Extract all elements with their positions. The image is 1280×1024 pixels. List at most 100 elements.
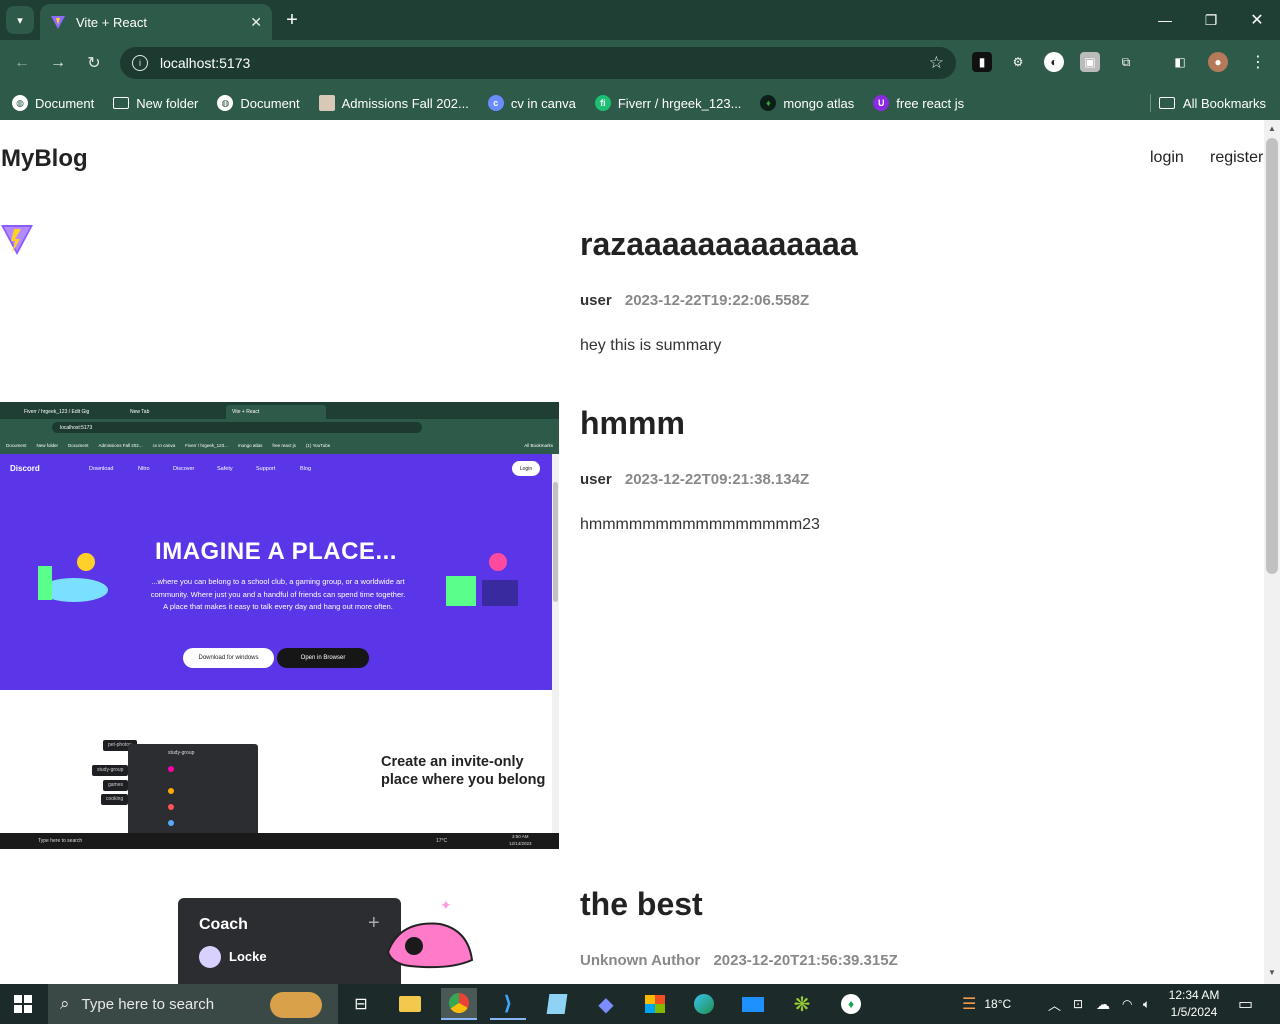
extension-icon-1[interactable]: ▮ xyxy=(972,52,992,72)
extension-circle-icon[interactable]: ◐ xyxy=(1044,52,1064,72)
post-image-vite-logo[interactable] xyxy=(0,223,34,257)
shot-discord-brand: Discord xyxy=(10,464,40,473)
new-tab-plus-icon[interactable]: + xyxy=(280,8,304,32)
browser-menu-kebab-icon[interactable]: ⋮ xyxy=(1248,52,1268,72)
post-title[interactable]: hmmm xyxy=(580,405,685,442)
side-panel-icon[interactable]: ◧ xyxy=(1170,52,1190,72)
all-bookmarks[interactable]: All Bookmarks xyxy=(1158,86,1266,120)
notepad-icon[interactable] xyxy=(539,988,575,1020)
shot-taskbar-temp: 17°C xyxy=(436,838,448,844)
post-date: 2023-12-22T09:21:38.134Z xyxy=(624,471,810,488)
shot-bookmark: (1) YouTube xyxy=(305,442,331,448)
folder-icon xyxy=(113,97,130,109)
tab-search-chevron-icon[interactable]: ▾ xyxy=(6,6,34,34)
bookmark-admissions[interactable]: Admissions Fall 202... xyxy=(318,95,469,111)
vite-favicon-icon xyxy=(51,16,65,29)
folder-icon xyxy=(1158,97,1175,109)
bookmarks-bar: ◍ Document New folder ◍ Document Admissi… xyxy=(0,86,1280,120)
tab-title: Vite + React xyxy=(76,14,147,30)
bookmark-document-2[interactable]: ◍ Document xyxy=(217,95,300,111)
volume-icon[interactable]: 🔈︎ xyxy=(1143,984,1150,1024)
shot-nav: Blog xyxy=(300,466,312,472)
post-author: user xyxy=(580,471,612,488)
extension-puzzle-tile-icon[interactable]: ▣ xyxy=(1080,52,1100,72)
page-viewport: MyBlog login register razaaaaaaaaaaaaa u… xyxy=(0,120,1264,984)
wifi-icon[interactable]: ◠ xyxy=(1122,984,1132,1024)
site-logo[interactable]: MyBlog xyxy=(1,145,88,173)
profile-avatar[interactable]: ● xyxy=(1208,52,1228,72)
browser-toolbar: ← → ↻ i localhost:5173 ☆ ▮ ⚙ ◐ ▣ ⧉ ◧ ● ⋮ xyxy=(0,40,1280,86)
restore-icon[interactable]: ❐ xyxy=(1188,0,1234,40)
bookmark-mongo-atlas[interactable]: ♦ mongo atlas xyxy=(760,95,854,111)
browser-tab-active[interactable]: Vite + React ✕ xyxy=(40,4,272,40)
bookmark-new-folder[interactable]: New folder xyxy=(113,96,198,111)
close-window-icon[interactable]: ✕ xyxy=(1234,0,1280,40)
shot-tab: Vite + React xyxy=(226,405,326,419)
post-title[interactable]: the best xyxy=(580,886,703,923)
post-title[interactable]: razaaaaaaaaaaaaa xyxy=(580,226,858,263)
windows-start-icon[interactable] xyxy=(14,995,32,1013)
coach-header: Coach xyxy=(199,916,248,933)
minimize-icon[interactable]: — xyxy=(1142,0,1188,40)
shot-channel-chip: study-group xyxy=(92,765,129,776)
microsoft-store-icon[interactable] xyxy=(637,988,673,1020)
shot-nav: Nitro xyxy=(138,466,150,472)
mail-icon[interactable] xyxy=(735,988,771,1020)
canva-icon: c xyxy=(487,95,504,111)
reload-icon[interactable]: ↻ xyxy=(82,51,106,75)
globe-icon: ◍ xyxy=(12,95,28,111)
shot-channel-chip: cooking xyxy=(101,794,129,805)
site-info-icon[interactable]: i xyxy=(132,55,148,71)
bookmark-fiverr[interactable]: fi Fiverr / hrgeek_123... xyxy=(594,95,741,111)
shot-taskbar-search: Type here to search xyxy=(38,838,83,844)
onedrive-cloud-icon[interactable]: ☁ xyxy=(1096,984,1110,1024)
extension-gear-icon[interactable]: ⚙ xyxy=(1008,52,1028,72)
shot-bookmark: Admissions Fall 202... xyxy=(98,442,143,448)
scrollbar-thumb[interactable] xyxy=(1266,138,1278,574)
search-highlight-bowl-icon xyxy=(270,992,322,1018)
bookmark-document[interactable]: ◍ Document xyxy=(12,95,94,111)
clock-date: 1/5/2024 xyxy=(1170,1005,1218,1019)
url-text[interactable]: localhost:5173 xyxy=(160,55,929,71)
post-author: Unknown Author xyxy=(580,952,701,969)
coach-avatar xyxy=(199,946,221,968)
extensions-puzzle-icon[interactable]: ⧉ xyxy=(1116,52,1136,72)
shot-browser-button: Open in Browser xyxy=(277,648,369,668)
scroll-down-arrow-icon[interactable]: ▼ xyxy=(1268,968,1276,977)
show-hidden-icons-chevron-icon[interactable]: ︿ xyxy=(1048,984,1061,1024)
react-bookmark-icon: U xyxy=(873,95,890,111)
bookmark-free-react[interactable]: U free react js xyxy=(873,95,964,111)
taskbar-search-box[interactable]: ⌕ Type here to search xyxy=(48,984,338,1024)
edge-icon[interactable] xyxy=(686,988,722,1020)
tab-strip: ▾ Vite + React ✕ + — ❐ ✕ xyxy=(0,0,1280,40)
post-image-coach[interactable]: Coach + Locke xyxy=(178,898,401,984)
shot-tab: Fiverr / hrgeek_123 / Edit Gig xyxy=(24,409,90,415)
login-link[interactable]: login xyxy=(1150,149,1184,167)
meet-now-icon[interactable]: ⊡ xyxy=(1073,984,1083,1024)
vscode-icon[interactable]: ⟩ xyxy=(490,988,526,1020)
forward-arrow-icon[interactable]: → xyxy=(46,51,70,75)
file-explorer-icon[interactable] xyxy=(392,988,428,1020)
page-scrollbar[interactable]: ▲ ▼ xyxy=(1264,120,1280,984)
back-arrow-icon[interactable]: ← xyxy=(10,51,34,75)
scroll-up-arrow-icon[interactable]: ▲ xyxy=(1268,124,1276,133)
mongodb-compass-icon[interactable]: ♦ xyxy=(833,988,869,1020)
address-bar[interactable]: i localhost:5173 ☆ xyxy=(120,47,956,79)
weather-widget[interactable]: ☰ 18°C xyxy=(962,984,1011,1024)
shot-nav: Support xyxy=(256,466,276,472)
post-image-screenshot[interactable]: Fiverr / hrgeek_123 / Edit Gig New Tab V… xyxy=(0,402,559,849)
taskbar-clock[interactable]: 12:34 AM 1/5/2024 xyxy=(1166,987,1222,1021)
shot-tab-strip: Fiverr / hrgeek_123 / Edit Gig New Tab V… xyxy=(0,402,559,419)
colorful-app-icon[interactable]: ❋ xyxy=(784,988,820,1020)
chrome-taskbar-icon[interactable] xyxy=(441,988,477,1020)
bookmark-star-icon[interactable]: ☆ xyxy=(929,53,944,73)
bookmark-cv-canva[interactable]: c cv in canva xyxy=(487,95,576,111)
register-link[interactable]: register xyxy=(1210,149,1263,167)
task-view-icon[interactable]: ⊟ xyxy=(343,988,379,1020)
tab-close-icon[interactable]: ✕ xyxy=(250,14,262,31)
copilot-icon[interactable]: ◆ xyxy=(588,988,624,1020)
shot-channel-chip: games xyxy=(103,780,129,791)
shot-bookmark: Fiverr / hrgeek_123... xyxy=(185,442,228,448)
post-author: user xyxy=(580,292,612,309)
notifications-icon[interactable]: ▭ xyxy=(1238,984,1253,1024)
